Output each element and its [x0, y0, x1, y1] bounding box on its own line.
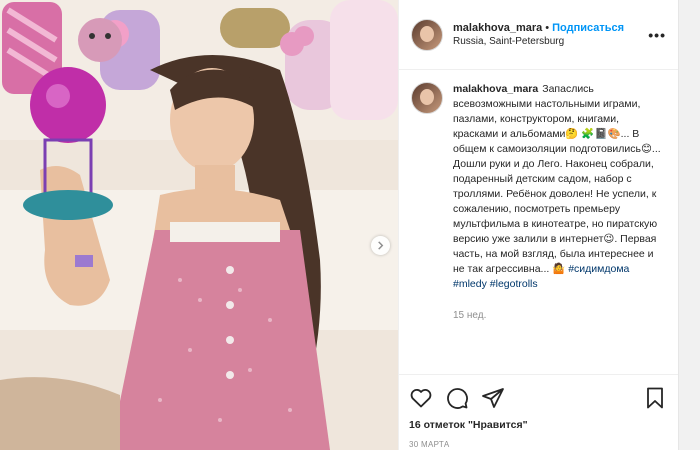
post-side-panel: malakhova_mara • Подписаться Russia, Saint…: [398, 0, 679, 450]
hashtag-link[interactable]: #legotrolls: [490, 278, 538, 290]
action-icons: [409, 385, 667, 411]
hashtag-link[interactable]: #mledy: [453, 278, 487, 290]
caption-text-continued: 🧩📓🎨... В общем к самоизоляции подготовил…: [453, 128, 661, 275]
caption-body: malakhova_mara Запаслись всевозможными на…: [453, 82, 663, 370]
post-caption: malakhova_mara Запаслись всевозможными на…: [399, 70, 679, 370]
follow-button[interactable]: Подписаться: [552, 22, 624, 34]
author-username[interactable]: malakhova_mara: [453, 22, 542, 34]
post-photo[interactable]: [0, 0, 398, 450]
next-photo-button[interactable]: [371, 236, 390, 255]
caption-time: 15 нед.: [453, 310, 487, 321]
hashtag-link[interactable]: #сидимдома: [568, 263, 629, 275]
more-options-icon[interactable]: •••: [648, 27, 666, 43]
chevron-right-icon: [378, 241, 384, 250]
heart-icon[interactable]: [409, 386, 433, 410]
caption-username[interactable]: malakhova_mara: [453, 83, 538, 95]
author-avatar[interactable]: [411, 18, 443, 51]
separator-dot: •: [545, 22, 550, 34]
photo-image: [0, 0, 398, 450]
comment-icon[interactable]: [445, 386, 469, 410]
likes-count[interactable]: 16 отметок "Нравится": [409, 419, 667, 431]
post-header: malakhova_mara • Подписаться Russia, Saint…: [399, 0, 678, 70]
post-date[interactable]: 30 МАРТА: [409, 440, 667, 449]
caption-avatar[interactable]: [411, 82, 443, 114]
page-scrollbar[interactable]: [678, 0, 700, 450]
post-location[interactable]: Russia, Saint-Petersburg: [453, 36, 624, 47]
bookmark-icon[interactable]: [643, 386, 667, 410]
author-info: malakhova_mara • Подписаться Russia, Saint…: [453, 22, 624, 47]
share-icon[interactable]: [481, 386, 505, 410]
post-actions: 16 отметок "Нравится" 30 МАРТА: [399, 374, 679, 449]
